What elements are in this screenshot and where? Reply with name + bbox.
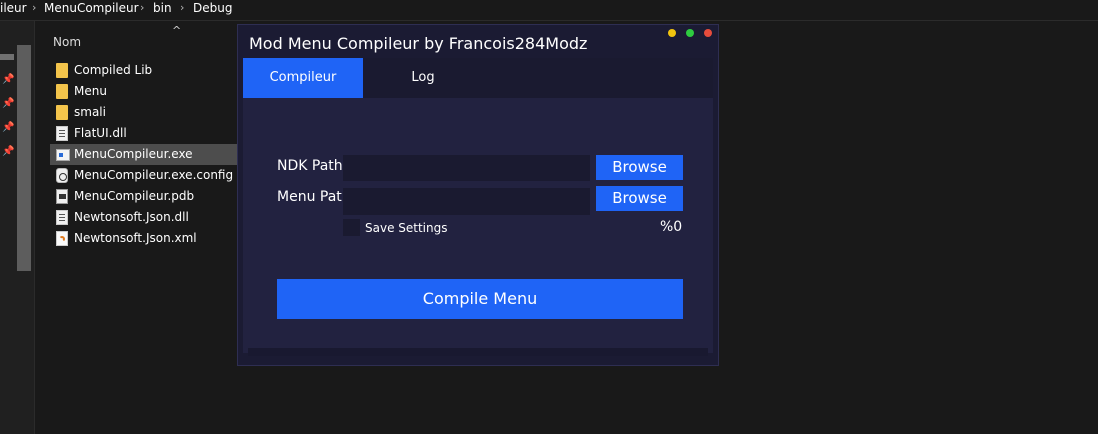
exe-file-icon	[56, 149, 70, 161]
breadcrumb-item[interactable]: bin	[153, 0, 172, 18]
divider	[0, 20, 1098, 21]
chevron-right-icon[interactable]: ›	[180, 0, 184, 16]
file-item-menucompileur-pdb[interactable]: MenuCompileur.pdb	[50, 186, 238, 207]
folder-icon	[56, 63, 68, 78]
menu-path-label: Menu Path	[277, 189, 351, 205]
tab-bar: Compileur Log	[243, 58, 713, 98]
pin-icon[interactable]: 📌	[2, 98, 14, 110]
file-item-newtonsoft-json-dll[interactable]: Newtonsoft.Json.dll	[50, 207, 238, 228]
nav-selection-bar	[0, 54, 14, 60]
file-item-menucompileur-exe-config[interactable]: MenuCompileur.exe.config	[50, 165, 238, 186]
pin-icon[interactable]: 📌	[2, 122, 14, 134]
panel-footer	[248, 348, 708, 356]
file-name: Compiled Lib	[74, 63, 153, 77]
file-name: MenuCompileur.exe.config	[74, 168, 234, 182]
tab-log[interactable]: Log	[363, 58, 483, 98]
menu-browse-button[interactable]: Browse	[596, 186, 683, 211]
file-name: Newtonsoft.Json.dll	[74, 210, 189, 224]
compileur-panel: NDK Path Browse Menu Path Browse Save Se…	[243, 98, 713, 353]
minimize-icon[interactable]	[668, 29, 676, 37]
window-title: Mod Menu Compileur by Francois284Modz	[249, 34, 588, 53]
chevron-right-icon[interactable]: ›	[140, 0, 144, 16]
breadcrumb-item[interactable]: Debug	[193, 0, 232, 18]
file-item-menu[interactable]: Menu	[50, 81, 238, 102]
ndk-path-input[interactable]	[343, 155, 590, 181]
save-settings-checkbox[interactable]	[343, 219, 360, 236]
compile-menu-button[interactable]: Compile Menu	[277, 279, 683, 319]
navigation-pane: 📌 📌 📌 📌	[0, 21, 34, 434]
xml-file-icon	[56, 231, 68, 246]
maximize-icon[interactable]	[686, 29, 694, 37]
file-name: MenuCompileur.pdb	[74, 189, 195, 203]
pdb-file-icon	[56, 189, 68, 204]
file-name: Menu	[74, 84, 107, 98]
file-name: smali	[74, 105, 106, 119]
menu-path-input[interactable]	[343, 188, 590, 215]
close-icon[interactable]	[704, 29, 712, 37]
file-item-menucompileur-exe[interactable]: MenuCompileur.exe	[50, 144, 238, 165]
save-settings-label: Save Settings	[365, 221, 448, 235]
column-header-name[interactable]: Nom	[53, 35, 81, 49]
dll-file-icon	[56, 126, 68, 141]
file-item-flatui-dll[interactable]: FlatUI.dll	[50, 123, 238, 144]
breadcrumb-item[interactable]: MenuCompileur	[44, 0, 139, 18]
file-name: FlatUI.dll	[74, 126, 127, 140]
ndk-browse-button[interactable]: Browse	[596, 155, 683, 180]
file-item-newtonsoft-json-xml[interactable]: Newtonsoft.Json.xml	[50, 228, 238, 249]
tab-compileur[interactable]: Compileur	[243, 58, 363, 98]
nav-scrollbar[interactable]	[17, 45, 31, 271]
app-window: Mod Menu Compileur by Francois284Modz Co…	[237, 24, 719, 366]
config-file-icon	[56, 168, 68, 183]
ndk-path-label: NDK Path	[277, 158, 343, 174]
dll-file-icon	[56, 210, 68, 225]
breadcrumb-item[interactable]: ileur	[0, 0, 27, 18]
folder-icon	[56, 84, 68, 99]
file-item-smali[interactable]: smali	[50, 102, 238, 123]
progress-percent: %0	[660, 219, 683, 235]
pin-icon[interactable]: 📌	[2, 146, 14, 158]
chevron-right-icon[interactable]: ›	[32, 0, 36, 16]
breadcrumb: ileur › MenuCompileur › bin › Debug	[0, 0, 1098, 20]
file-name: MenuCompileur.exe	[74, 147, 193, 161]
file-name: Newtonsoft.Json.xml	[74, 231, 197, 245]
sort-ascending-icon: ^	[172, 24, 182, 37]
folder-icon	[56, 105, 68, 120]
pin-icon[interactable]: 📌	[2, 74, 14, 86]
divider	[34, 21, 35, 434]
file-item-compiled-lib[interactable]: Compiled Lib	[50, 60, 238, 81]
